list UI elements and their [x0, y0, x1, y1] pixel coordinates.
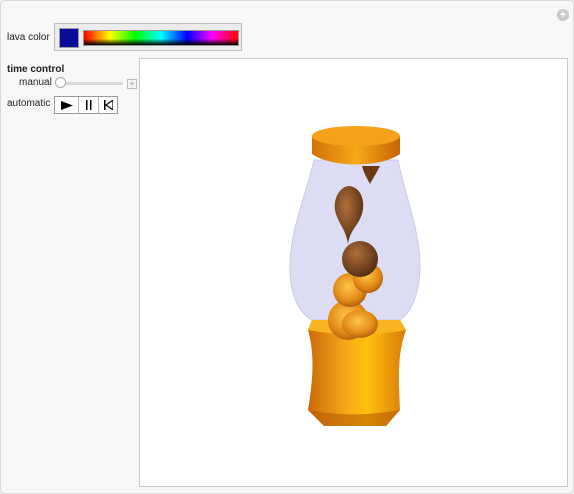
plus-circle-icon[interactable]: + — [557, 9, 569, 21]
color-picker[interactable] — [54, 23, 242, 51]
lava-color-label: lava color — [7, 31, 50, 43]
reset-button[interactable] — [99, 97, 117, 113]
lava-blob — [342, 241, 378, 277]
manual-slider[interactable] — [57, 82, 123, 85]
pause-icon — [85, 100, 91, 110]
lava-lamp-viewport[interactable] — [139, 58, 568, 487]
manual-label: manual — [19, 77, 52, 88]
automatic-label: automatic — [7, 98, 51, 109]
lamp-cap-top — [312, 126, 400, 146]
manual-slider-thumb[interactable] — [55, 77, 66, 88]
play-button[interactable] — [55, 97, 79, 113]
play-icon — [60, 100, 73, 110]
lava-lamp-graphic — [289, 126, 421, 426]
time-control-title: time control — [7, 64, 65, 75]
slider-expand-icon[interactable]: + — [127, 79, 137, 89]
pause-button[interactable] — [79, 97, 99, 113]
color-swatch[interactable] — [59, 28, 79, 48]
color-spectrum[interactable] — [83, 30, 239, 46]
reset-icon — [103, 100, 113, 110]
demonstration-panel: + lava color time control manual + autom… — [0, 0, 574, 494]
lava-color-row: lava color — [7, 23, 50, 51]
animation-controls — [54, 96, 118, 114]
lava-blob-lower — [342, 310, 378, 338]
